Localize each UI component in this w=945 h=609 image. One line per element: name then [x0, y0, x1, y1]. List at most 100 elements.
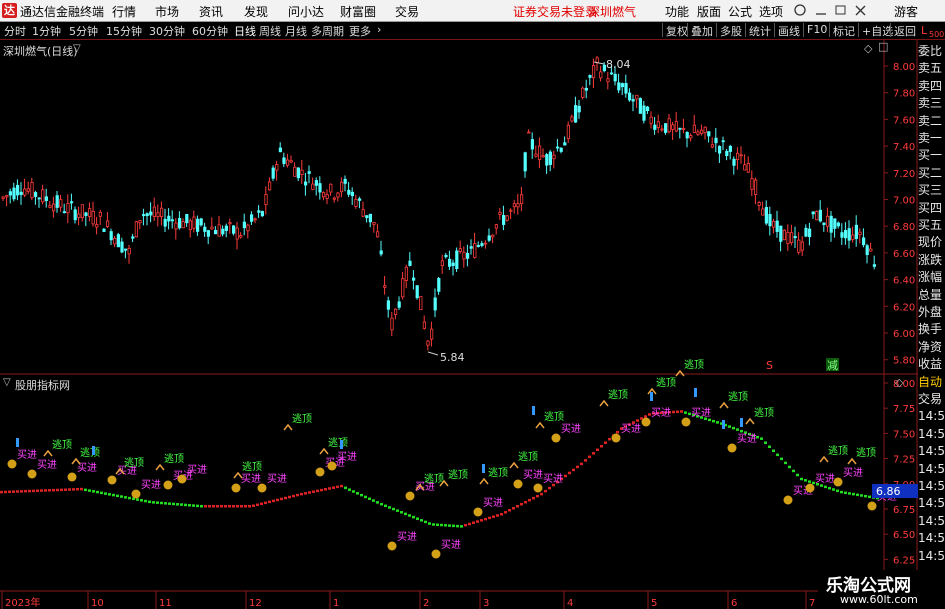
restore-icon[interactable] [835, 5, 846, 15]
period-multi[interactable]: 多周期 [311, 23, 344, 39]
chevron-right-icon[interactable]: › [377, 23, 381, 36]
candle-body [329, 183, 333, 193]
menu-faxian[interactable]: 发现 [244, 3, 268, 20]
ma-dot [136, 498, 139, 501]
price-tick-label: 6.60 [893, 249, 915, 260]
money-bag-icon [27, 469, 37, 479]
candle-body [213, 229, 218, 235]
menu-wenxiaoda[interactable]: 问小达 [288, 3, 324, 20]
chart-settings-icon[interactable]: ◇ [864, 42, 872, 55]
candle-body [721, 140, 725, 143]
menu-gongshi[interactable]: 公式 [728, 3, 752, 20]
ma-dot [376, 501, 379, 504]
tool-diejia[interactable]: 叠加 [687, 23, 716, 38]
side-label: 买四 [918, 200, 944, 215]
period-30min[interactable]: 30分钟 [149, 23, 185, 39]
tool-f10[interactable]: F10 [803, 23, 830, 37]
tool-tongji[interactable]: 统计 [745, 23, 774, 38]
candle-body [588, 75, 592, 78]
candle-body [620, 83, 625, 88]
candle-body [833, 218, 837, 229]
escape-label: 逃顶 [684, 358, 704, 371]
escape-arrow-icon [155, 463, 165, 471]
period-daily[interactable]: 日线 [234, 23, 256, 39]
candle-body [52, 203, 56, 212]
period-more[interactable]: 更多 [349, 23, 371, 39]
ma-dot [84, 488, 87, 492]
candle-body [41, 189, 45, 203]
candle-body [311, 183, 315, 190]
candle-body [206, 230, 210, 237]
candle-body [444, 254, 448, 258]
price-tick-label: 7.00 [893, 196, 915, 207]
menu-caifuquan[interactable]: 财富圈 [340, 3, 376, 20]
buy-signal: 买进 [727, 433, 757, 453]
menu-jiaoyi[interactable]: 交易 [395, 3, 419, 20]
tool-biaoji[interactable]: 标记 [829, 23, 858, 38]
chart-area[interactable]: 8.00 7.80 7.60 7.40 7.20 7.00 6.80 6.60 6.40 6.20… [0, 40, 918, 609]
ma-dot [592, 452, 595, 455]
ma-dot [96, 490, 99, 494]
ma-dot [596, 448, 599, 452]
period-1min[interactable]: 1分钟 [32, 23, 61, 39]
ma-dot [160, 501, 163, 505]
indicator-settings-icon[interactable]: ◇ [895, 376, 903, 389]
watermark: 乐淘公式网 www.60lt.com [818, 570, 945, 609]
tool-back[interactable]: 返回 [890, 23, 919, 38]
menu-hangqing[interactable]: 行情 [112, 3, 136, 20]
candle-body [494, 224, 499, 229]
period-fenshi[interactable]: 分时 [4, 23, 26, 39]
login-notice[interactable]: 证券交易未登录 [513, 3, 597, 20]
candle-body [772, 220, 776, 228]
ma-dot [416, 517, 419, 520]
ma-dot [228, 504, 231, 508]
menu-zixun[interactable]: 资讯 [199, 3, 223, 20]
ma-dot [476, 520, 479, 523]
time-tick-label: 5 [651, 598, 657, 609]
guest-user[interactable]: 游客 [894, 3, 918, 20]
ma-dot [860, 494, 863, 497]
candle-body [386, 300, 391, 310]
side-label: 涨幅 [918, 270, 944, 285]
candle-body [563, 142, 567, 146]
ma-dot [100, 491, 103, 495]
period-15min[interactable]: 15分钟 [106, 23, 142, 39]
ma-dot [284, 496, 287, 500]
side-label: 14:56 [918, 409, 945, 424]
candle-body [357, 198, 362, 201]
candle-body [134, 221, 138, 238]
menu-banmian[interactable]: 版面 [697, 3, 721, 20]
ma-dot [808, 480, 811, 483]
candle-body [257, 210, 261, 213]
menu-shichang[interactable]: 市场 [155, 3, 179, 20]
ma-dot [356, 492, 359, 495]
ma-dot [456, 524, 459, 528]
candle-body [577, 105, 581, 113]
period-5min[interactable]: 5分钟 [69, 23, 98, 39]
indicator-dropdown-icon[interactable]: ▽ [3, 377, 11, 388]
ma-dot [32, 489, 35, 493]
menu-xuanxiang[interactable]: 选项 [759, 3, 783, 20]
escape-label: 逃顶 [292, 412, 312, 425]
candle-body [62, 211, 67, 214]
menu-gongneng[interactable]: 功能 [665, 3, 689, 20]
corner-letter: L [921, 24, 928, 37]
indicator-tick-label: 6.75 [893, 505, 915, 516]
period-weekly[interactable]: 周线 [259, 23, 281, 39]
chart-collapse-icon[interactable]: □ [878, 40, 888, 53]
period-toolbar: 分时 1分钟 5分钟 15分钟 30分钟 60分钟 日线 周线 月线 多周期 更… [0, 22, 945, 40]
ma-dot [716, 421, 719, 424]
tool-duogu[interactable]: 多股 [716, 23, 745, 38]
s-marker: S [766, 359, 773, 372]
period-60min[interactable]: 60分钟 [192, 23, 228, 39]
ma-dot [644, 415, 647, 418]
title-dropdown-icon[interactable]: ▽ [73, 43, 81, 54]
ma-dot [188, 504, 191, 507]
period-monthly[interactable]: 月线 [285, 23, 307, 39]
tool-huaxian[interactable]: 画线 [774, 23, 803, 38]
money-bag-icon [387, 541, 397, 551]
support-icon[interactable] [794, 4, 806, 16]
candle-body [700, 129, 704, 134]
close-icon[interactable] [855, 5, 866, 16]
ma-dot [16, 490, 19, 493]
